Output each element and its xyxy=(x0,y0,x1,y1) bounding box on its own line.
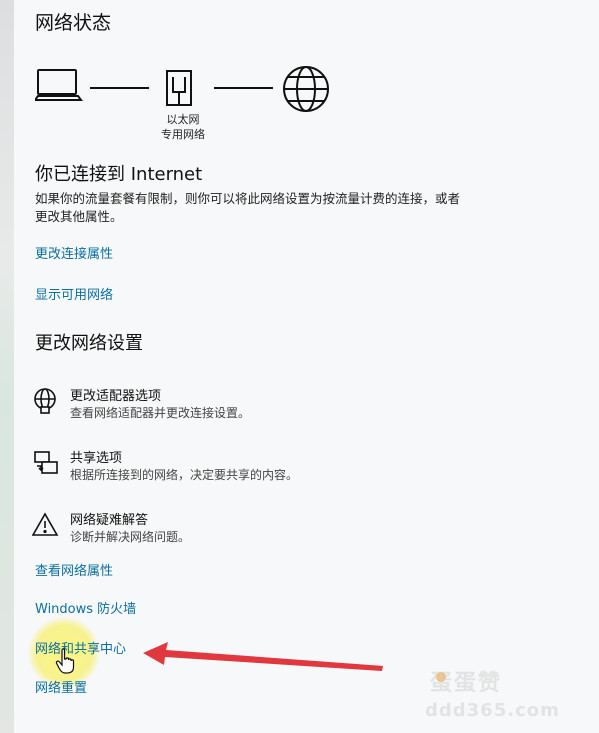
setting-change-adapter-options[interactable]: 更改适配器选项 查看网络适配器并更改连接设置。 xyxy=(32,385,452,429)
page-title: 网络状态 xyxy=(35,12,112,34)
setting-troubleshoot[interactable]: 网络疑难解答 诊断并解决网络问题。 xyxy=(32,509,452,553)
windows-firewall-link[interactable]: Windows 防火墙 xyxy=(35,598,136,617)
setting-sharing-options[interactable]: 共享选项 根据所连接到的网络，决定要共享的内容。 xyxy=(32,447,452,491)
setting-title: 共享选项 xyxy=(70,451,123,466)
change-connection-properties-link[interactable]: 更改连接属性 xyxy=(35,243,113,262)
globe-icon xyxy=(283,66,329,112)
setting-description: 查看网络适配器并更改连接设置。 xyxy=(70,406,251,420)
watermark-url: ddd365.com xyxy=(425,700,560,721)
connection-status-description: 如果你的流量套餐有限制，则你可以将此网络设置为按流量计费的连接，或者更改其他属性… xyxy=(35,191,461,224)
red-arrow-annotation xyxy=(143,642,383,671)
setting-title: 网络疑难解答 xyxy=(70,513,149,528)
view-network-properties-link[interactable]: 查看网络属性 xyxy=(35,560,113,579)
connection-status-title: 你已连接到 Internet xyxy=(35,164,203,185)
change-settings-title: 更改网络设置 xyxy=(35,333,143,354)
setting-description: 根据所连接到的网络，决定要共享的内容。 xyxy=(70,468,299,482)
network-sharing-center-link[interactable]: 网络和共享中心 xyxy=(35,638,126,657)
show-available-networks-link[interactable]: 显示可用网络 xyxy=(35,284,113,303)
sharing-icon xyxy=(34,451,58,474)
setting-title: 更改适配器选项 xyxy=(70,389,162,404)
window-left-edge xyxy=(0,0,14,733)
globe-adapter-icon xyxy=(34,388,56,414)
ethernet-icon xyxy=(166,70,192,106)
setting-description: 诊断并解决网络问题。 xyxy=(70,530,191,544)
warning-icon xyxy=(32,512,59,536)
adapter-caption: 以太网 专用网络 xyxy=(150,112,216,142)
adapter-caption-text: 以太网 专用网络 xyxy=(161,113,205,141)
laptop-icon xyxy=(35,69,83,101)
hand-cursor-icon xyxy=(55,648,75,674)
network-reset-link[interactable]: 网络重置 xyxy=(35,677,87,696)
watermark-logo: 蛋蛋赞 xyxy=(430,671,503,696)
